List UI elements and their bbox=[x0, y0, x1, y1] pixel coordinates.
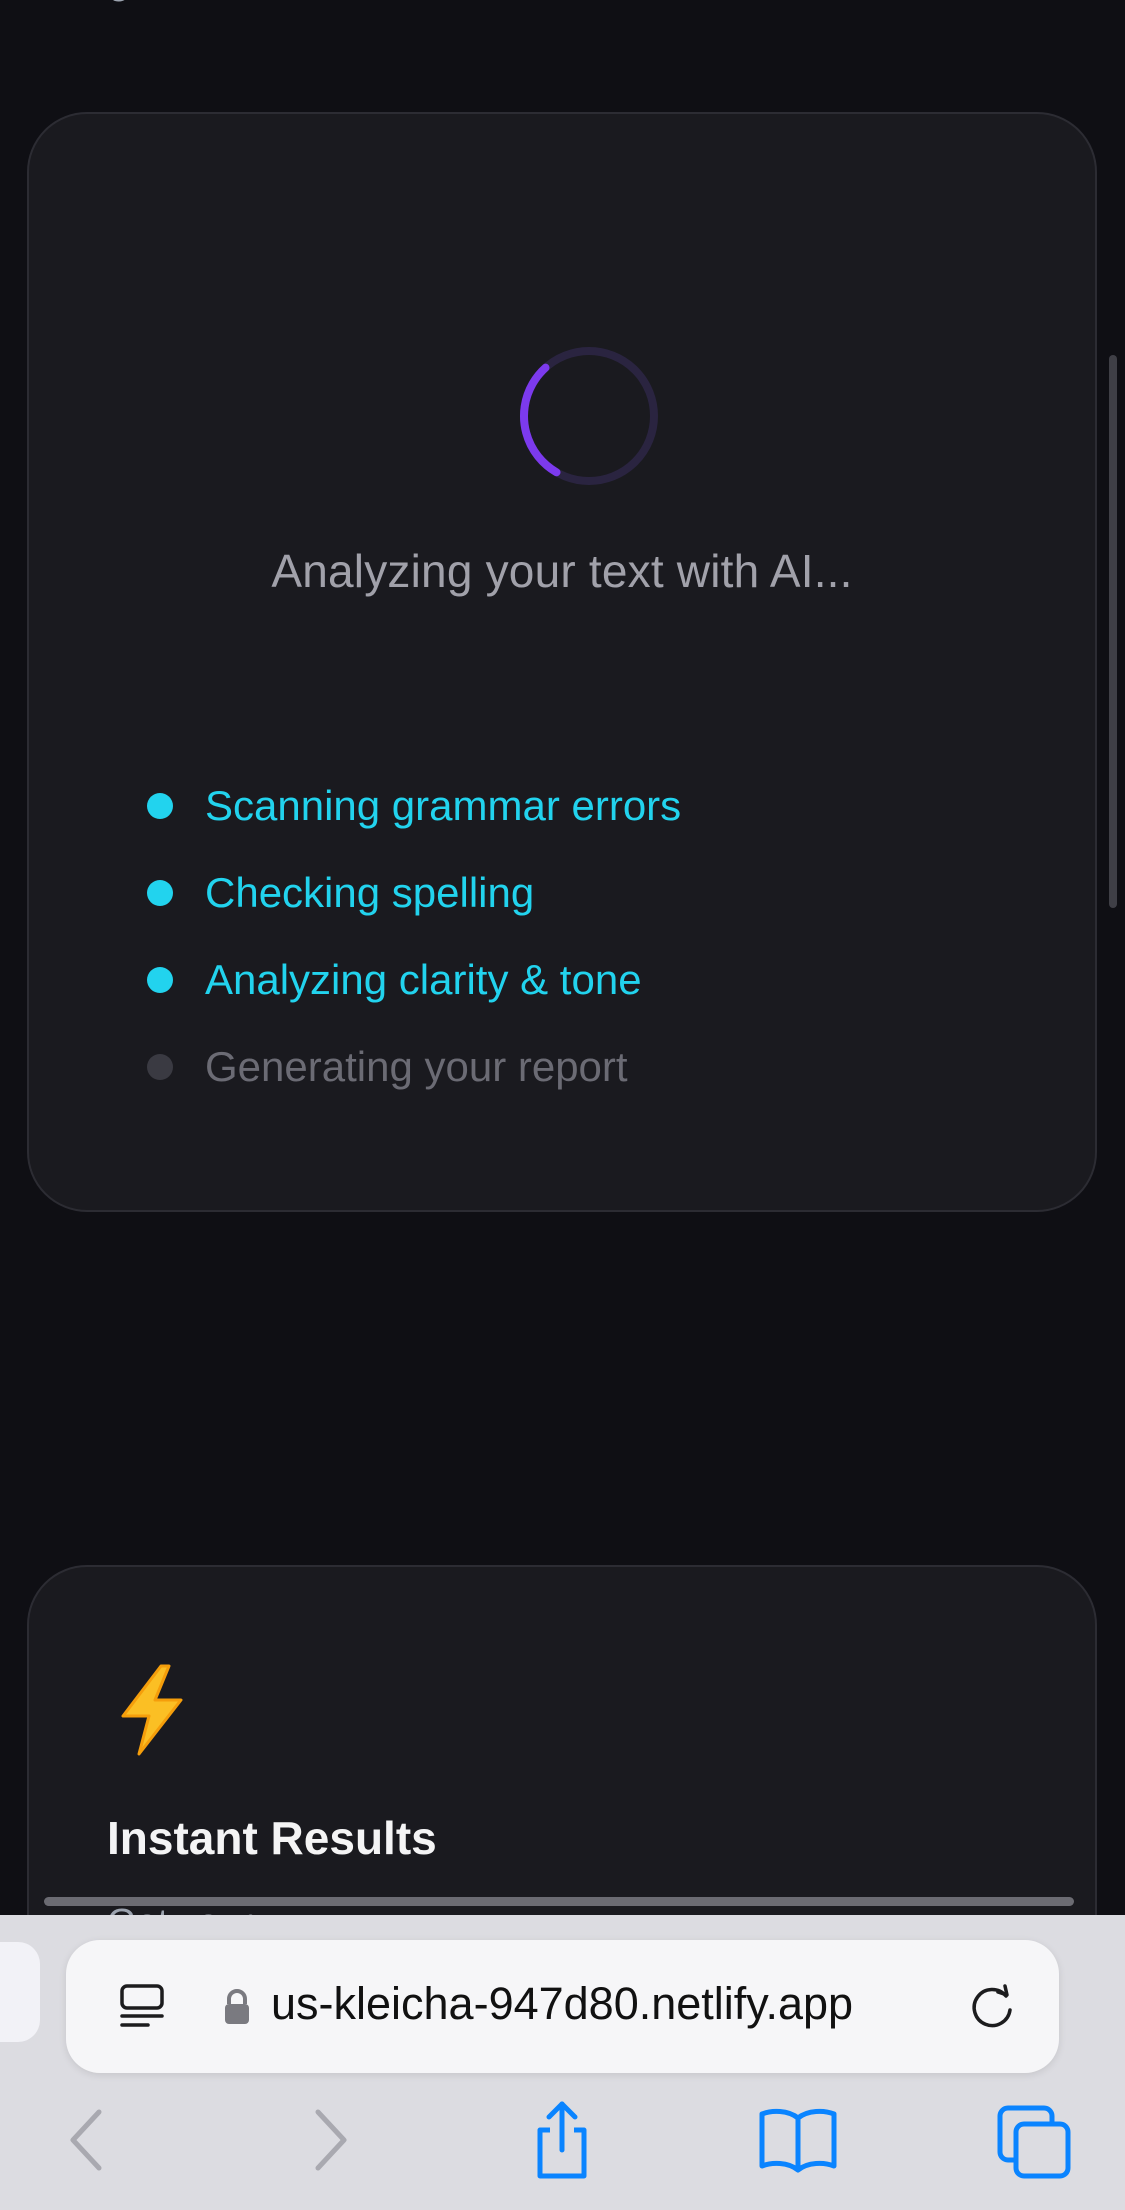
cut-off-heading: g bbox=[108, 0, 168, 2]
horizontal-scrollbar[interactable] bbox=[44, 1897, 1074, 1906]
step-item: Scanning grammar errors bbox=[147, 762, 681, 849]
url-text[interactable]: us-kleicha-947d80.netlify.app bbox=[271, 1978, 853, 2030]
step-item: Generating your report bbox=[147, 1023, 681, 1110]
lightning-icon bbox=[121, 1664, 183, 1756]
address-bar[interactable]: us-kleicha-947d80.netlify.app bbox=[66, 1940, 1059, 2073]
reload-icon[interactable] bbox=[966, 1982, 1018, 2034]
bookmarks-icon[interactable] bbox=[758, 2100, 838, 2180]
analysis-steps-list: Scanning grammar errors Checking spellin… bbox=[147, 762, 681, 1110]
back-icon[interactable] bbox=[47, 2100, 127, 2180]
step-dot-icon bbox=[147, 966, 173, 993]
step-label: Generating your report bbox=[205, 1042, 628, 1090]
lock-icon bbox=[225, 1989, 249, 2024]
safari-bottom-bar: us-kleicha-947d80.netlify.app bbox=[0, 1915, 1125, 2210]
step-label: Analyzing clarity & tone bbox=[205, 955, 642, 1003]
feature-title: Instant Results bbox=[107, 1812, 437, 1864]
step-dot-icon bbox=[147, 879, 173, 906]
step-item: Checking spelling bbox=[147, 849, 681, 936]
step-item: Analyzing clarity & tone bbox=[147, 936, 681, 1023]
step-label: Scanning grammar errors bbox=[205, 781, 682, 829]
tabs-icon[interactable] bbox=[996, 2100, 1076, 2180]
analysis-status-text: Analyzing your text with AI... bbox=[271, 545, 853, 597]
vertical-scrollbar[interactable] bbox=[1109, 355, 1117, 908]
forward-icon[interactable] bbox=[290, 2100, 370, 2180]
step-label: Checking spelling bbox=[205, 868, 535, 916]
previous-tab-preview[interactable] bbox=[0, 1942, 40, 2042]
loading-spinner-icon bbox=[520, 347, 658, 485]
share-icon[interactable] bbox=[522, 2100, 602, 2180]
analysis-loading-card: Analyzing your text with AI... Scanning … bbox=[27, 112, 1097, 1212]
step-dot-icon bbox=[147, 1053, 173, 1080]
reader-mode-icon[interactable] bbox=[116, 1980, 168, 2032]
step-dot-icon bbox=[147, 792, 173, 819]
browser-toolbar bbox=[0, 2100, 1125, 2210]
